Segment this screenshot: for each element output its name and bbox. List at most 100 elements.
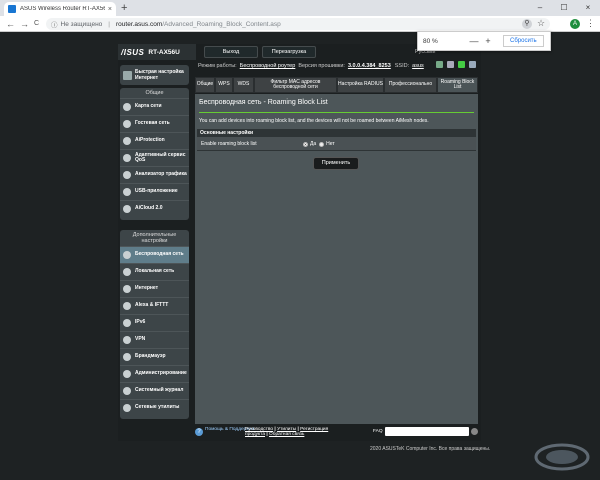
lan-icon [123,268,131,276]
close-window-button[interactable]: × [576,0,600,16]
reboot-button[interactable]: Перезагрузка [262,46,316,58]
shield-icon [123,137,131,145]
sidebar-item-label: Локальная сеть [135,268,175,275]
app-status-icon[interactable] [469,61,476,68]
general-header: Общие [145,90,164,96]
tab-title: ASUS Wireless Router RT-AX56U - Advanced… [20,6,105,12]
wifi-icon [123,251,131,259]
forward-button[interactable]: → [20,18,29,30]
sidebar-item-usb-app[interactable]: USB-приложение [120,183,189,200]
wand-icon [123,70,132,80]
zoom-percent: 80 % [423,37,438,45]
sidebar-item-ipv6[interactable]: IPv6 [120,314,189,331]
tools-icon [123,404,131,412]
sidebar-item-qos[interactable]: Адаптивный сервис QoS [120,149,189,166]
tab-wps[interactable]: WPS [215,77,233,93]
globe-icon [123,285,131,293]
feedback-link[interactable]: Обратная связь [269,432,304,437]
advanced-group: Дополнительные настройки Беспроводная се… [120,230,189,419]
maximize-button[interactable]: ☐ [552,0,576,16]
sidebar-item-label: Системный журнал [135,387,184,394]
asus-logo: /ISUS RT-AX56U [118,44,196,60]
sidebar-item-label: USB-приложение [135,188,178,195]
favicon-icon [8,5,16,13]
sidebar-item-guest-network[interactable]: Гостевая сеть [120,115,189,132]
sidebar-item-alexa-ifttt[interactable]: Alexa & IFTTT [120,297,189,314]
ethernet-status-icon[interactable] [436,61,443,68]
mode-link[interactable]: Беспроводной роутер [240,63,296,69]
sidebar-item-traffic-analyzer[interactable]: Анализатор трафика [120,166,189,183]
zoom-icon[interactable]: ⚲ [522,19,532,29]
quick-setup-button[interactable]: Быстрая настройка Интернет [120,65,189,85]
footer: ? Помощь & Поддержка Руководство | Утили… [195,426,478,440]
zoom-in-button[interactable]: + [481,36,495,46]
faq-label: FAQ [373,429,383,434]
address-bar[interactable]: ⓘ Не защищено | router.asus.com/Advanced… [46,18,550,30]
copyright: 2020 ASUSTeK Computer Inc. Все права защ… [370,446,491,452]
back-button[interactable]: ← [6,18,15,30]
apply-button[interactable]: Применить [313,157,359,170]
guest-network-icon [123,120,131,128]
radio-no[interactable] [319,141,325,147]
tab-professional[interactable]: Профессионально [384,77,437,93]
radio-yes[interactable] [303,141,308,147]
close-tab-icon[interactable]: × [108,6,112,13]
sidebar-item-aicloud[interactable]: AiCloud 2.0 [120,200,189,217]
tab-roaming-block-list[interactable]: Roaming Block List [437,77,478,93]
sidebar-item-network-tools[interactable]: Сетевые утилиты [120,399,189,416]
advanced-header: Дополнительные настройки [132,232,177,244]
sidebar-item-network-map[interactable]: Карта сети [120,98,189,115]
status-bar: Режим работы: Беспроводной роутер Версия… [198,61,424,71]
ssid-label: SSID: [394,63,410,69]
sidebar-item-label: Администрирование [135,370,187,377]
aimesh-status-icon[interactable] [458,61,465,68]
radio-no-label: Нет [326,141,335,147]
info-icon[interactable]: ⓘ [51,19,58,29]
router-page: /ISUS RT-AX56U Выход Перезагрузка Русски… [118,44,481,441]
sidebar-item-vpn[interactable]: VPN [120,331,189,348]
zoom-out-button[interactable]: — [467,36,481,46]
tab-general[interactable]: Общие [195,77,215,93]
sidebar-item-label: AiCloud 2.0 [135,205,163,212]
registration-link[interactable]: Регистрация [300,427,328,432]
sidebar-item-label: IPv6 [135,319,146,326]
ssid-value: asus [412,63,424,69]
firmware-link[interactable]: 3.0.0.4.384_8253 [348,63,391,69]
sidebar-item-administration[interactable]: Администрирование [120,365,189,382]
profile-avatar[interactable]: A [570,19,580,29]
faq-search-input[interactable] [385,427,469,436]
sidebar-item-internet[interactable]: Интернет [120,280,189,297]
sidebar-item-aiprotection[interactable]: AiProtection [120,132,189,149]
sidebar-item-lan[interactable]: Локальная сеть [120,263,189,280]
zoom-reset-button[interactable]: Сбросить [503,35,544,47]
firmware-label: Версия прошивки: [298,63,345,69]
new-tab-button[interactable]: + [121,2,127,14]
firewall-icon [123,353,131,361]
bookmark-star-icon[interactable]: ☆ [537,18,545,29]
model-name: RT-AX56U [148,48,180,56]
insecure-label: Не защищено [60,20,103,28]
content-panel: Беспроводная сеть - Roaming Block List Y… [195,94,478,424]
minimize-button[interactable]: – [528,0,552,16]
tab-radius[interactable]: Настройка RADIUS [337,77,384,93]
reload-button[interactable]: C [34,18,39,30]
page-description: You can add devices into roaming block l… [199,118,429,124]
mode-label: Режим работы: [198,63,237,69]
sidebar-item-system-log[interactable]: Системный журнал [120,382,189,399]
tab-mac-filter[interactable]: Фильтр MAC адресов беспроводной сети [254,77,337,93]
url-host: router.asus.com [116,20,163,28]
logout-button[interactable]: Выход [204,46,258,58]
faq-search-icon[interactable] [471,428,478,435]
sidebar-item-wireless[interactable]: Беспроводная сеть [120,246,189,263]
tab-wds[interactable]: WDS [233,77,254,93]
browser-tab[interactable]: ASUS Wireless Router RT-AX56U - Advanced… [4,2,116,16]
usb-status-icon[interactable] [447,61,454,68]
sidebar-item-firewall[interactable]: Брандмауэр [120,348,189,365]
product-link[interactable]: продукта [245,432,265,437]
sidebar-item-label: Гостевая сеть [135,120,170,127]
traffic-icon [123,171,131,179]
browser-tab-bar: ASUS Wireless Router RT-AX56U - Advanced… [0,0,600,16]
browser-menu-icon[interactable]: ⋮ [586,18,595,29]
brand-logo: /ISUS [121,47,145,57]
watermark-logo-icon [534,443,590,471]
